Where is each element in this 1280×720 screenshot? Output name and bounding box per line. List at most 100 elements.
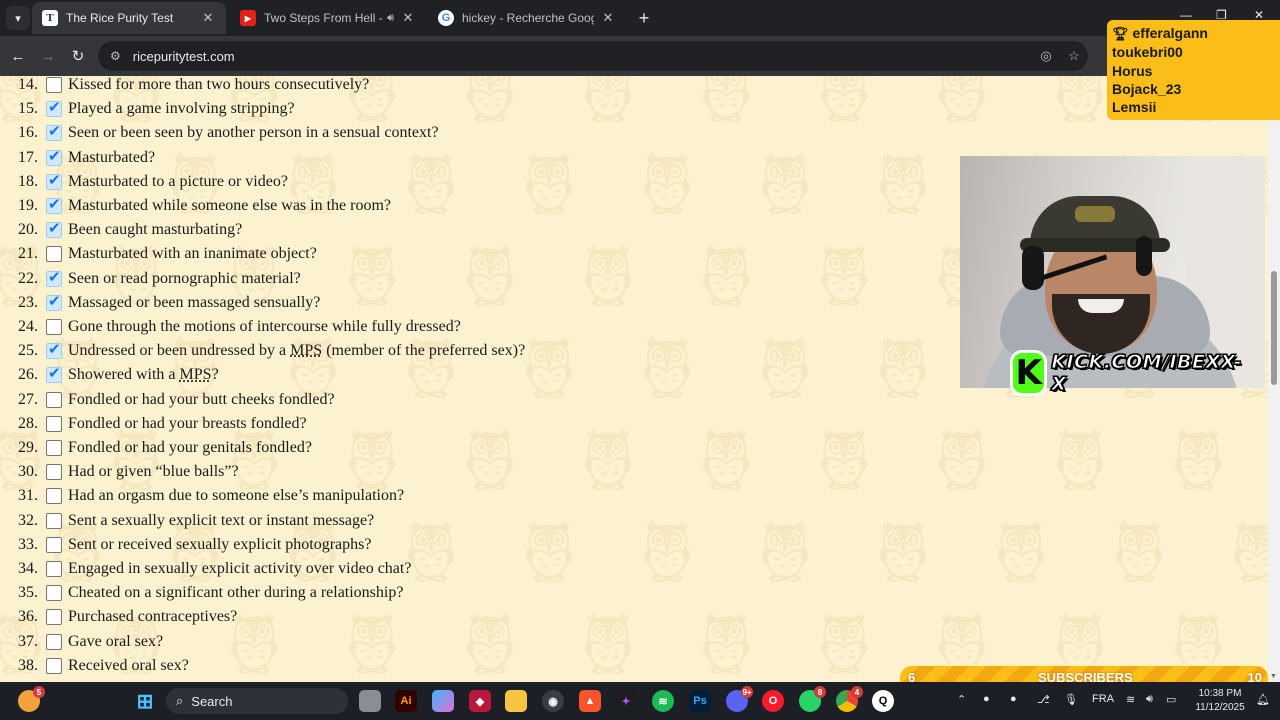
question-text: Seen or been seen by another person in a… [68, 124, 439, 142]
tray-app-icon[interactable]: ● [983, 693, 990, 705]
weather-widget-icon[interactable]: 5 [18, 686, 45, 712]
tab-title: Two Steps From Hell - 25 Tr [264, 11, 383, 25]
question-text: Fondled or had your breasts fondled? [68, 414, 307, 432]
tray-overflow-icon[interactable]: ⌃ [957, 693, 966, 706]
microphone-icon[interactable]: 🎙︎ [1064, 693, 1078, 706]
kick-channel-url: KICK.COM/IBEXX-X [1051, 351, 1242, 396]
language-indicator[interactable]: FRA [1092, 693, 1114, 705]
speaker-icon[interactable]: 🔊︎ [387, 12, 394, 25]
google-favicon-icon: G [438, 10, 454, 26]
tab-rice-purity[interactable]: T The Rice Purity Test ✕ [32, 2, 226, 34]
folder-icon[interactable] [505, 690, 527, 712]
discord-icon[interactable]: 9+ [726, 686, 753, 712]
top-subscriber: toukebri00 [1112, 44, 1183, 61]
question-checkbox[interactable] [46, 415, 62, 432]
star-icon[interactable]: ☆ [1060, 48, 1088, 64]
site-info-icon[interactable]: ⚙ [110, 49, 121, 63]
address-bar[interactable]: ⚙ ricepuritytest.com ◎ ☆ [98, 41, 1088, 71]
new-tab-button[interactable]: + [632, 6, 656, 30]
tab-hickey-google[interactable]: G hickey - Recherche Google ✕ [428, 2, 626, 34]
tab-search-button[interactable]: ▾ [6, 6, 30, 30]
page-scrollbar[interactable]: ▲ ▼ [1268, 76, 1280, 682]
close-icon[interactable]: ✕ [600, 10, 616, 26]
question-item: 29. Fondled or had your genitals fondled? [0, 436, 900, 460]
url-text[interactable]: ricepuritytest.com [133, 49, 1032, 64]
question-checkbox[interactable] [46, 147, 62, 166]
question-checkbox[interactable] [46, 268, 62, 287]
question-item: 22. Seen or read pornographic material? [0, 267, 900, 291]
question-checkbox[interactable] [46, 340, 62, 360]
question-checkbox[interactable] [46, 512, 62, 529]
quest-link-icon[interactable]: Q [872, 690, 894, 712]
question-text: Gave oral sex? [68, 632, 164, 650]
scrollbar-thumb[interactable] [1271, 271, 1277, 385]
illustrator-icon[interactable]: Ai [395, 690, 417, 712]
obs-icon[interactable]: ◉ [542, 690, 564, 712]
question-checkbox[interactable] [46, 536, 62, 553]
question-number: 34. [18, 560, 38, 577]
question-checkbox[interactable] [46, 122, 62, 142]
opera-icon[interactable]: O [762, 690, 784, 712]
question-checkbox[interactable] [46, 219, 62, 239]
question-checkbox[interactable] [46, 391, 62, 408]
mcafee-icon[interactable]: ◆ [469, 690, 491, 712]
question-checkbox[interactable] [46, 633, 62, 650]
forward-button[interactable]: → [36, 44, 60, 68]
question-item: 28. Fondled or had your breasts fondled? [0, 412, 900, 436]
reload-button[interactable]: ↻ [66, 44, 90, 68]
spotify-icon[interactable]: ≋ [652, 690, 674, 712]
close-icon[interactable]: ✕ [400, 10, 416, 26]
question-checkbox[interactable] [46, 585, 62, 602]
question-checkbox[interactable] [46, 98, 62, 118]
volume-icon[interactable]: 🔊︎ [1146, 693, 1153, 706]
question-number: 31. [18, 487, 38, 505]
tab-two-steps-from-hell[interactable]: ▶ Two Steps From Hell - 25 Tr 🔊︎ ✕ [230, 2, 426, 34]
tray-app-icon[interactable]: ● [1010, 693, 1017, 705]
browser-toolbar: ← → ↻ ⚙ ricepuritytest.com ◎ ☆ [0, 36, 1280, 76]
photoshop-icon[interactable]: Ps [689, 690, 711, 712]
whatsapp-icon[interactable]: 8 [799, 686, 826, 712]
taskbar-search[interactable]: ⌕ Search [166, 688, 348, 714]
back-button[interactable]: ← [6, 44, 30, 68]
close-icon[interactable]: ✕ [200, 10, 216, 26]
system-clock[interactable]: 10:38 PM 11/12/2025 [1188, 687, 1252, 715]
mps-abbreviation[interactable]: MPS [180, 366, 212, 383]
scroll-down-icon[interactable]: ▼ [1270, 673, 1277, 680]
question-checkbox[interactable] [46, 561, 62, 577]
eye-slash-icon[interactable]: ◎ [1032, 48, 1060, 64]
question-text: Received oral sex? [68, 656, 189, 674]
tray-app-icon[interactable]: ⎇ [1037, 693, 1050, 706]
question-checkbox[interactable] [46, 292, 62, 311]
question-checkbox[interactable] [46, 319, 62, 335]
question-item: 35. Cheated on a significant other during… [0, 581, 900, 605]
battery-icon[interactable]: ▭ [1166, 693, 1176, 706]
question-checkbox[interactable] [46, 77, 62, 93]
question-checkbox[interactable] [46, 171, 62, 190]
windows-start-icon[interactable]: ⊞ [134, 690, 156, 713]
question-number: 27. [18, 390, 38, 408]
figma-icon[interactable]: ✦ [615, 690, 637, 712]
question-checkbox[interactable] [46, 195, 62, 214]
question-item: 27. Fondled or had your butt cheeks fondl… [0, 388, 900, 412]
question-text: Kissed for more than two hours consecuti… [68, 76, 370, 93]
question-checkbox[interactable] [46, 364, 62, 384]
question-checkbox[interactable] [46, 464, 62, 481]
notification-bell-icon[interactable]: 🔔︎ [1256, 693, 1270, 706]
owl-icon: 🦉︎ [1219, 518, 1268, 585]
question-checkbox[interactable] [46, 246, 62, 263]
question-checkbox[interactable] [46, 657, 62, 674]
question-checkbox[interactable] [46, 440, 62, 456]
question-number: 18. [18, 172, 38, 190]
mps-abbreviation[interactable]: MPS [290, 342, 322, 359]
brave-icon[interactable]: ▲ [579, 690, 601, 712]
file-explorer-preview-icon[interactable] [359, 690, 381, 712]
chrome-icon[interactable]: 4 [836, 686, 863, 712]
copilot-icon[interactable] [432, 690, 454, 712]
question-checkbox[interactable] [46, 609, 62, 626]
question-text: Had or given “blue balls”? [68, 463, 239, 481]
wifi-icon[interactable]: ≋ [1126, 693, 1135, 706]
question-checkbox[interactable] [46, 488, 62, 505]
question-text: Masturbated with an inanimate object? [68, 245, 317, 263]
question-item: 23. Massaged or been massaged sensually? [0, 291, 900, 315]
question-number: 24. [18, 318, 38, 335]
